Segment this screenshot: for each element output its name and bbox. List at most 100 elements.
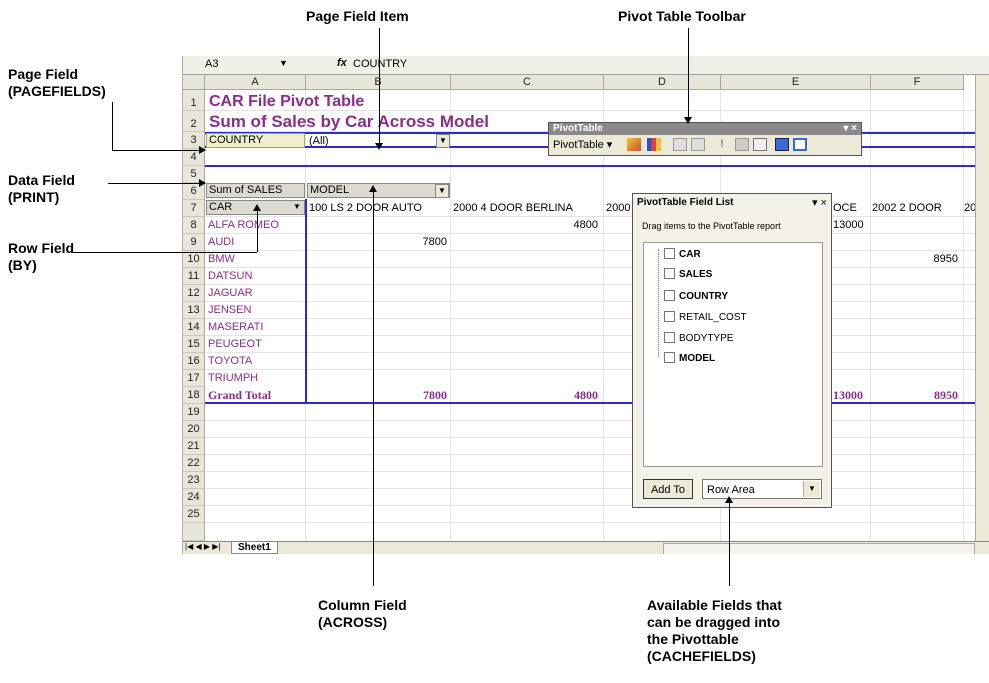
- horizontal-scrollbar[interactable]: [663, 543, 975, 554]
- row-label[interactable]: ALFA ROMEO: [208, 217, 304, 233]
- row-label[interactable]: DATSUN: [208, 268, 304, 284]
- table-options-icon[interactable]: [753, 138, 767, 151]
- field-checkbox-icon[interactable]: [664, 332, 675, 343]
- field-settings-icon[interactable]: [735, 138, 749, 151]
- row-header[interactable]: 14: [183, 319, 205, 336]
- pivot-subtitle[interactable]: Sum of Sales by Car Across Model: [209, 112, 489, 132]
- field-item-car[interactable]: CAR: [664, 248, 701, 260]
- field-item-sales[interactable]: SALES: [664, 268, 712, 280]
- row-header[interactable]: 13: [183, 302, 205, 319]
- field-item-retail-cost[interactable]: RETAIL_COST: [664, 311, 747, 323]
- col-header-cell[interactable]: 2002 2 DOOR: [872, 200, 960, 216]
- row-label[interactable]: AUDI: [208, 234, 304, 250]
- page-field-country[interactable]: COUNTRY: [206, 133, 305, 148]
- pivot-field-list[interactable]: PivotTable Field List ▾ × Drag items to …: [632, 193, 832, 508]
- format-report-icon[interactable]: [627, 138, 641, 151]
- row-header[interactable]: 16: [183, 353, 205, 370]
- select-all-corner[interactable]: [183, 75, 205, 90]
- value-cell[interactable]: 8950: [872, 251, 958, 267]
- row-header[interactable]: [183, 523, 205, 541]
- row-header[interactable]: 20: [183, 421, 205, 438]
- grand-total-value[interactable]: 4800: [453, 387, 598, 403]
- field-list-close-icon[interactable]: ▾ ×: [812, 196, 827, 209]
- row-header[interactable]: 10: [183, 251, 205, 268]
- show-field-list-icon[interactable]: [775, 138, 789, 151]
- add-to-button[interactable]: Add To: [643, 479, 693, 499]
- column-header-e[interactable]: E: [721, 75, 871, 90]
- refresh-data-icon[interactable]: !: [715, 138, 729, 151]
- function-icon[interactable]: fx: [337, 57, 347, 69]
- data-field-sum-of-sales[interactable]: Sum of SALES: [206, 183, 305, 198]
- vertical-scrollbar[interactable]: [975, 75, 989, 541]
- column-header-a[interactable]: A: [205, 75, 306, 90]
- sheet-tab-sheet1[interactable]: Sheet1: [231, 542, 278, 554]
- field-list-toggle-icon[interactable]: [793, 138, 807, 151]
- page-field-dropdown-icon[interactable]: ▼: [436, 134, 450, 148]
- row-field-dropdown-icon[interactable]: ▼: [291, 201, 303, 213]
- row-header[interactable]: 24: [183, 489, 205, 506]
- row-label[interactable]: BMW: [208, 251, 304, 267]
- grand-total-value[interactable]: 7800: [309, 387, 447, 403]
- row-header[interactable]: 8: [183, 217, 205, 234]
- pivot-toolbar-title[interactable]: PivotTable ▾ ×: [549, 123, 861, 135]
- row-header[interactable]: 21: [183, 438, 205, 455]
- value-cell[interactable]: 13000: [833, 217, 868, 233]
- column-header-c[interactable]: C: [451, 75, 604, 90]
- page-field-value[interactable]: (All): [309, 133, 429, 149]
- row-label[interactable]: TRIUMPH: [208, 370, 304, 386]
- pivot-toolbar-close-icon[interactable]: ▾ ×: [843, 123, 857, 135]
- column-field-dropdown-icon[interactable]: ▼: [435, 184, 449, 198]
- row-header[interactable]: 18: [183, 387, 205, 404]
- chevron-down-icon[interactable]: ▼: [803, 481, 820, 497]
- area-select[interactable]: Row Area ▼: [702, 479, 822, 499]
- hide-detail-icon[interactable]: [673, 138, 687, 151]
- column-header-f[interactable]: F: [871, 75, 964, 90]
- show-detail-icon[interactable]: [691, 138, 705, 151]
- pivot-table-menu[interactable]: PivotTable ▾: [553, 138, 612, 151]
- row-header[interactable]: 23: [183, 472, 205, 489]
- value-cell[interactable]: 7800: [309, 234, 447, 250]
- row-label[interactable]: MASERATI: [208, 319, 304, 335]
- column-field-model[interactable]: MODEL: [307, 183, 450, 198]
- pivot-table-toolbar[interactable]: PivotTable ▾ × PivotTable ▾ !: [548, 122, 862, 156]
- name-box-dropdown-icon[interactable]: ▼: [279, 58, 288, 68]
- value-cell[interactable]: 4800: [453, 217, 598, 233]
- field-item-model[interactable]: MODEL: [664, 352, 715, 364]
- row-header[interactable]: 15: [183, 336, 205, 353]
- row-label[interactable]: JENSEN: [208, 302, 304, 318]
- row-label[interactable]: TOYOTA: [208, 353, 304, 369]
- field-list-title[interactable]: PivotTable Field List: [637, 197, 734, 208]
- row-header[interactable]: 11: [183, 268, 205, 285]
- row-header[interactable]: 2: [183, 111, 205, 132]
- field-checkbox-icon[interactable]: [664, 311, 675, 322]
- grand-total-value[interactable]: 13000: [833, 387, 868, 403]
- tab-nav-icon[interactable]: |◀ ◀ ▶ ▶|: [185, 542, 220, 551]
- field-checkbox-icon[interactable]: [664, 248, 675, 259]
- col-header-cell[interactable]: 2000 4 DOOR BERLINA: [453, 200, 603, 216]
- field-item-bodytype[interactable]: BODYTYPE: [664, 332, 733, 344]
- field-checkbox-icon[interactable]: [664, 290, 675, 301]
- grand-total-label[interactable]: Grand Total: [208, 387, 304, 403]
- row-header[interactable]: 22: [183, 455, 205, 472]
- column-header-d[interactable]: D: [604, 75, 721, 90]
- field-item-country[interactable]: COUNTRY: [664, 290, 728, 302]
- formula-content[interactable]: COUNTRY: [353, 58, 407, 70]
- row-header[interactable]: 25: [183, 506, 205, 523]
- col-header-cell[interactable]: 2000: [606, 200, 634, 216]
- row-header[interactable]: 12: [183, 285, 205, 302]
- pivot-title[interactable]: CAR File Pivot Table: [209, 92, 364, 112]
- row-header[interactable]: 7: [183, 200, 205, 217]
- row-header[interactable]: 9: [183, 234, 205, 251]
- field-checkbox-icon[interactable]: [664, 352, 675, 363]
- row-label[interactable]: JAGUAR: [208, 285, 304, 301]
- col-header-cell[interactable]: 100 LS 2 DOOR AUTO: [309, 200, 451, 216]
- row-header[interactable]: 17: [183, 370, 205, 387]
- name-box[interactable]: A3: [205, 58, 283, 71]
- row-header[interactable]: 19: [183, 404, 205, 421]
- row-label[interactable]: PEUGEOT: [208, 336, 304, 352]
- row-header[interactable]: 1: [183, 90, 205, 111]
- grand-total-value[interactable]: 8950: [872, 387, 958, 403]
- field-checkbox-icon[interactable]: [664, 268, 675, 279]
- chart-wizard-icon[interactable]: [647, 138, 661, 151]
- col-header-cell[interactable]: OCE: [833, 200, 869, 216]
